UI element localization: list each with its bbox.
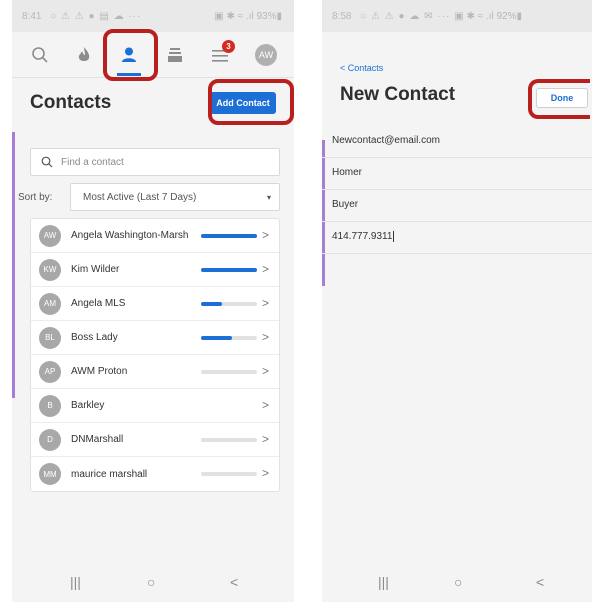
status-icons: ○ ⚠ ⚠ ● ☁ ✉ ··· <box>360 11 451 22</box>
contact-name: Angela Washington-Marsh <box>71 230 189 241</box>
activity-bar <box>201 438 257 442</box>
tab-hot[interactable] <box>68 40 100 70</box>
sort-select[interactable]: Most Active (Last 7 Days) ▾ <box>70 183 280 211</box>
chevron-right-icon: > <box>261 466 269 480</box>
activity-bar-fill <box>201 336 232 340</box>
status-bar: 8:58 ○ ⚠ ⚠ ● ☁ ✉ ··· ▣ ✱ ≈ .ıl 92%▮ <box>322 0 592 32</box>
status-time: 8:41 <box>22 11 42 22</box>
tab-stack[interactable] <box>159 40 191 70</box>
activity-bar <box>201 234 257 238</box>
chevron-right-icon: > <box>261 330 269 344</box>
status-time: 8:58 <box>332 11 352 22</box>
contact-name: Angela MLS <box>71 298 126 309</box>
activity-bar <box>201 302 257 306</box>
contact-list: AW Angela Washington-Marsh > KW Kim Wilder > A… <box>30 218 280 492</box>
contact-name: DNMarshall <box>71 434 124 445</box>
last-name-value: Buyer <box>332 199 359 210</box>
contacts-screen: 8:41 ○ ⚠ ⚠ ● ▤ ☁ ··· ▣ ✱ ≈ .ıl 93%▮ 3 AW… <box>12 0 294 602</box>
phone-field[interactable]: 414.777.9311 <box>322 222 592 254</box>
status-battery: ▣ ✱ ≈ .ıl 93%▮ <box>214 11 282 22</box>
activity-bar <box>201 370 257 374</box>
chevron-right-icon: > <box>261 398 269 412</box>
sort-value: Most Active (Last 7 Days) <box>83 192 197 203</box>
highlight-box-contacts-tab <box>103 29 158 81</box>
contact-avatar: AM <box>39 292 61 315</box>
new-contact-screen: 8:58 ○ ⚠ ⚠ ● ☁ ✉ ··· ▣ ✱ ≈ .ıl 92%▮ < Co… <box>322 0 592 602</box>
chevron-right-icon: > <box>261 432 269 446</box>
tab-search[interactable] <box>24 40 56 70</box>
contact-avatar: B <box>39 394 61 417</box>
contact-avatar: BL <box>39 326 61 349</box>
contact-row[interactable]: MM maurice marshall > <box>31 457 279 491</box>
flame-icon <box>78 47 90 61</box>
layers-icon <box>168 48 182 62</box>
contact-avatar: KW <box>39 258 61 281</box>
page-title: New Contact <box>340 84 456 105</box>
status-icons: ○ ⚠ ⚠ ● ▤ ☁ ··· <box>50 11 142 22</box>
home-button[interactable]: ○ <box>454 574 462 590</box>
activity-bar <box>201 472 257 476</box>
contact-name: Boss Lady <box>71 332 118 343</box>
page-title: Contacts <box>30 92 112 113</box>
contact-avatar: AW <box>39 224 61 247</box>
back-button[interactable]: < <box>230 574 238 590</box>
search-input[interactable]: Find a contact <box>30 148 280 176</box>
email-value: Newcontact@email.com <box>332 135 440 146</box>
contact-name: maurice marshall <box>71 468 148 480</box>
email-field[interactable]: Newcontact@email.com <box>322 126 592 158</box>
last-name-field[interactable]: Buyer <box>322 190 592 222</box>
status-battery: ▣ ✱ ≈ .ıl 92%▮ <box>454 11 522 22</box>
chevron-right-icon: > <box>261 262 269 276</box>
android-nav-bar: ||| ○ < <box>12 562 294 602</box>
avatar: AW <box>255 44 277 66</box>
activity-bar-fill <box>201 234 257 238</box>
chevron-right-icon: > <box>261 228 269 242</box>
search-icon <box>32 47 48 63</box>
tab-menu[interactable]: 3 <box>204 40 236 70</box>
contact-name: Kim Wilder <box>71 264 120 275</box>
contact-avatar: AP <box>39 360 61 383</box>
contact-name: AWM Proton <box>71 366 128 377</box>
contact-row[interactable]: AM Angela MLS > <box>31 287 279 321</box>
recent-apps-button[interactable]: ||| <box>70 574 81 590</box>
contact-avatar: MM <box>39 463 61 485</box>
first-name-value: Homer <box>332 167 363 178</box>
contact-row[interactable]: AW Angela Washington-Marsh > <box>31 219 279 253</box>
back-button[interactable]: < <box>536 574 544 590</box>
contact-row[interactable]: D DNMarshall > <box>31 423 279 457</box>
phone-value: 414.777.9311 <box>332 231 393 243</box>
text-cursor <box>393 231 395 242</box>
activity-bar-fill <box>201 302 223 306</box>
caret-down-icon: ▾ <box>266 193 271 202</box>
contact-row[interactable]: AP AWM Proton > <box>31 355 279 389</box>
back-to-contacts-link[interactable]: < Contacts <box>340 63 383 73</box>
android-nav-bar: ||| ○ < <box>322 562 592 602</box>
first-name-field[interactable]: Homer <box>322 158 592 190</box>
highlight-box-done <box>528 79 590 119</box>
contact-row[interactable]: B Barkley > <box>31 389 279 423</box>
home-button[interactable]: ○ <box>147 574 155 590</box>
chevron-right-icon: > <box>261 364 269 378</box>
status-bar: 8:41 ○ ⚠ ⚠ ● ▤ ☁ ··· ▣ ✱ ≈ .ıl 93%▮ <box>12 0 294 32</box>
sort-label: Sort by: <box>18 192 53 203</box>
activity-bar <box>201 336 257 340</box>
contact-row[interactable]: KW Kim Wilder > <box>31 253 279 287</box>
search-placeholder: Find a contact <box>61 156 124 168</box>
chevron-right-icon: > <box>261 296 269 310</box>
tab-profile[interactable]: AW <box>250 40 282 70</box>
new-contact-form: Newcontact@email.com Homer Buyer 414.777… <box>322 126 592 254</box>
recent-apps-button[interactable]: ||| <box>378 574 389 590</box>
notification-badge: 3 <box>222 40 235 53</box>
contact-avatar: D <box>39 428 61 451</box>
activity-bar-fill <box>201 268 257 272</box>
side-accent-bar <box>12 132 15 398</box>
activity-bar <box>201 268 257 272</box>
contact-name: Barkley <box>71 400 105 411</box>
search-icon <box>41 156 53 168</box>
highlight-box-add-contact <box>208 79 294 125</box>
contact-row[interactable]: BL Boss Lady > <box>31 321 279 355</box>
